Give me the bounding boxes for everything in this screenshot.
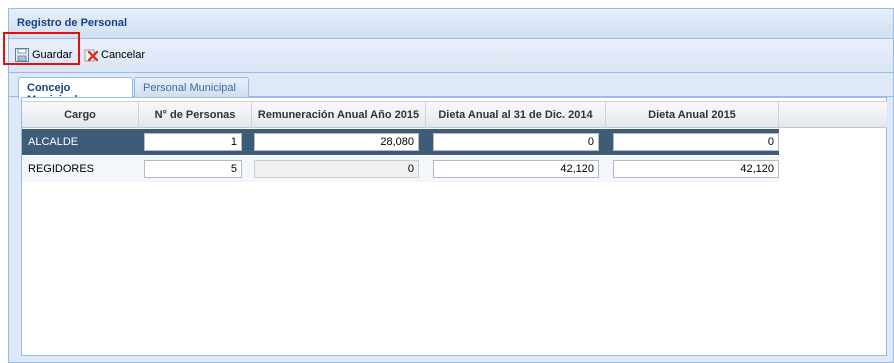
cancel-button[interactable]: Cancelar [84, 45, 145, 65]
toolbar: Guardar Cancelar [9, 39, 893, 73]
registro-window: Registro de Personal Guardar Cancelar Co… [8, 8, 894, 363]
cancel-x-icon [84, 48, 99, 62]
table-row[interactable]: REGIDORES 5 0 42,120 42,120 [22, 156, 779, 182]
grid-header: Cargo N° de Personas Remuneración Anual … [22, 101, 887, 128]
column-header-personas[interactable]: N° de Personas [139, 102, 252, 128]
personas-field[interactable]: 1 [144, 133, 242, 151]
column-header-remuneracion[interactable]: Remuneración Anual Año 2015 [252, 102, 426, 128]
save-button[interactable]: Guardar [15, 45, 72, 65]
tab-personal-municipal[interactable]: Personal Municipal [134, 77, 249, 98]
cargo-cell: ALCALDE [28, 136, 79, 148]
column-header-dieta-2015[interactable]: Dieta Anual 2015 [606, 102, 779, 128]
remuneracion-field[interactable]: 28,080 [254, 133, 419, 151]
column-header-cargo[interactable]: Cargo [22, 102, 139, 128]
dieta-2014-field[interactable]: 42,120 [433, 160, 599, 178]
remuneracion-field: 0 [254, 160, 419, 178]
tab-strip: Concejo Municipal Personal Municipal [9, 73, 893, 106]
save-button-label: Guardar [32, 49, 73, 61]
cancel-button-label: Cancelar [101, 49, 146, 61]
cargo-cell: REGIDORES [28, 163, 95, 175]
dieta-2014-field[interactable]: 0 [433, 133, 599, 151]
personas-field[interactable]: 5 [144, 160, 242, 178]
grid-panel: Cargo N° de Personas Remuneración Anual … [21, 97, 887, 356]
column-header-dieta-2014[interactable]: Dieta Anual al 31 de Dic. 2014 [426, 102, 606, 128]
floppy-disk-icon [15, 48, 29, 62]
dieta-2015-field[interactable]: 0 [613, 133, 779, 151]
dieta-2015-field[interactable]: 42,120 [613, 160, 779, 178]
table-row[interactable]: ALCALDE 1 28,080 0 0 [22, 129, 779, 155]
window-title: Registro de Personal [9, 9, 893, 39]
tab-concejo-municipal[interactable]: Concejo Municipal [18, 77, 133, 106]
